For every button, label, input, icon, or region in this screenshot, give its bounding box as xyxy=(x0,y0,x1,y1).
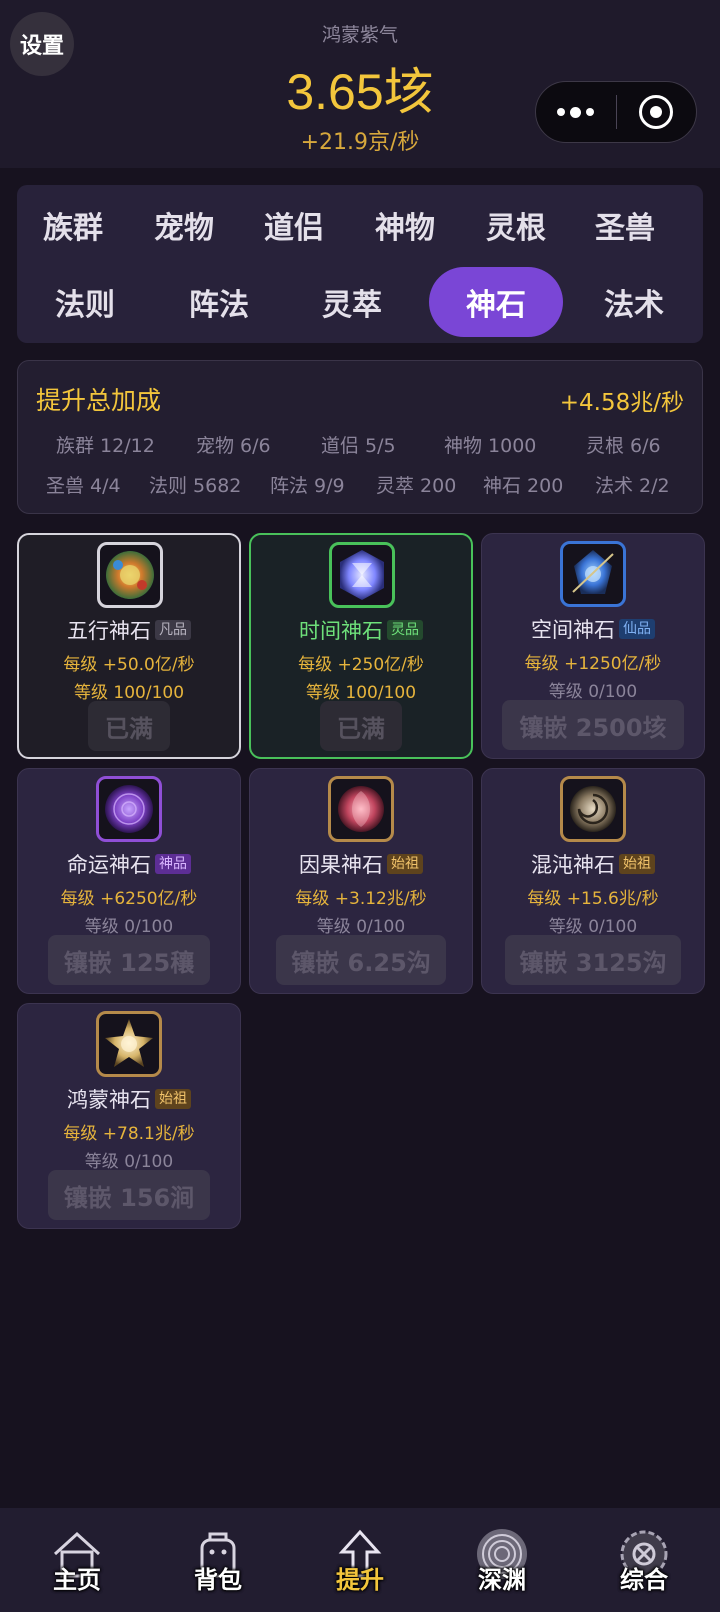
inlay-button[interactable]: 镶嵌 2500垓 xyxy=(502,700,684,750)
inlay-button[interactable]: 镶嵌 6.25沟 xyxy=(276,935,446,985)
nav-abyss[interactable]: 深渊 xyxy=(430,1508,574,1612)
more-menu-button[interactable] xyxy=(536,82,616,142)
miniapp-capsule xyxy=(535,81,697,143)
stone-level: 等级 0/100 xyxy=(84,1152,174,1172)
resource-name: 鸿蒙紫气 xyxy=(321,24,398,46)
tier-badge: 始祖 xyxy=(619,854,655,874)
tier-badge: 神品 xyxy=(155,854,191,874)
stone-level: 等级 0/100 xyxy=(316,917,406,937)
per-level-bonus: 每级 +250亿/秒 xyxy=(298,655,424,675)
tab-shenwu[interactable]: 神物 xyxy=(355,190,455,260)
stone-name: 因果神石 xyxy=(299,853,383,877)
tier-badge: 始祖 xyxy=(155,1089,191,1109)
tier-badge: 凡品 xyxy=(155,620,191,640)
bonus-item: 阵法 9/9 xyxy=(270,475,345,497)
bonus-item: 神石 200 xyxy=(483,475,564,497)
close-miniapp-button[interactable] xyxy=(617,82,697,142)
per-level-bonus: 每级 +50.0亿/秒 xyxy=(63,655,195,675)
tab-faze[interactable]: 法则 xyxy=(20,267,150,337)
more-dot-icon xyxy=(557,108,566,116)
bonus-item: 法术 2/2 xyxy=(595,475,670,497)
tab-zhenfa[interactable]: 阵法 xyxy=(154,267,284,337)
per-level-bonus: 每级 +15.6兆/秒 xyxy=(527,889,659,909)
tab-shengshou[interactable]: 圣兽 xyxy=(575,190,675,260)
bonus-total: +4.58兆/秒 xyxy=(559,390,684,416)
karma-stone-icon xyxy=(328,776,394,842)
stone-card-karma: 因果神石 始祖 每级 +3.12兆/秒 等级 0/100 镶嵌 6.25沟 xyxy=(249,768,473,994)
bonus-item: 灵萃 200 xyxy=(376,475,457,497)
stone-card-time: 时间神石 灵品 每级 +250亿/秒 等级 100/100 已满 xyxy=(249,533,473,759)
tab-chongwu[interactable]: 宠物 xyxy=(134,190,234,260)
nav-upgrade[interactable]: 提升 xyxy=(288,1508,432,1612)
bonus-item: 神物 1000 xyxy=(444,435,537,457)
category-tabs: 族群 宠物 道侣 神物 灵根 圣兽 法则 阵法 灵萃 神石 法术 xyxy=(17,185,703,343)
stone-card-hongmeng: 鸿蒙神石 始祖 每级 +78.1兆/秒 等级 0/100 镶嵌 156涧 xyxy=(17,1003,241,1229)
space-stone-icon xyxy=(560,541,626,607)
wuxing-stone-icon xyxy=(97,542,163,608)
bonus-item: 灵根 6/6 xyxy=(586,435,661,457)
inlay-button[interactable]: 镶嵌 3125沟 xyxy=(505,935,681,985)
tier-badge: 灵品 xyxy=(387,620,423,640)
inlay-button[interactable]: 镶嵌 156涧 xyxy=(48,1170,210,1220)
stone-name: 混沌神石 xyxy=(531,853,615,877)
nav-home[interactable]: 主页 xyxy=(5,1508,149,1612)
stone-level: 等级 0/100 xyxy=(548,682,638,702)
nav-label: 背包 xyxy=(194,1565,242,1594)
stone-card-space: 空间神石 仙品 每级 +1250亿/秒 等级 0/100 镶嵌 2500垓 xyxy=(481,533,705,759)
bonus-item: 道侣 5/5 xyxy=(321,435,396,457)
tab-shenshi[interactable]: 神石 xyxy=(429,267,563,337)
tab-daolv[interactable]: 道侣 xyxy=(244,190,344,260)
stone-name: 五行神石 xyxy=(67,619,151,643)
per-level-bonus: 每级 +1250亿/秒 xyxy=(524,654,662,674)
hongmeng-stone-icon xyxy=(96,1011,162,1077)
bonus-item: 宠物 6/6 xyxy=(196,435,271,457)
bonus-item: 法则 5682 xyxy=(149,475,242,497)
stone-level: 等级 100/100 xyxy=(305,683,417,703)
nav-label: 提升 xyxy=(336,1565,384,1594)
total-bonus-panel: 提升总加成 +4.58兆/秒 族群 12/12 宠物 6/6 道侣 5/5 神物… xyxy=(17,360,703,514)
per-level-bonus: 每级 +78.1兆/秒 xyxy=(63,1124,195,1144)
tier-badge: 始祖 xyxy=(387,854,423,874)
nav-backpack[interactable]: 背包 xyxy=(146,1508,290,1612)
more-dot-icon xyxy=(586,108,595,116)
per-level-bonus: 每级 +3.12兆/秒 xyxy=(295,889,427,909)
more-dot-icon xyxy=(570,106,582,118)
fate-stone-icon xyxy=(96,776,162,842)
tab-zuqun[interactable]: 族群 xyxy=(23,190,123,260)
bonus-title: 提升总加成 xyxy=(36,386,162,415)
nav-label: 主页 xyxy=(53,1565,101,1594)
nav-label: 综合 xyxy=(620,1565,668,1594)
time-stone-icon xyxy=(329,542,395,608)
stone-card-fate: 命运神石 神品 每级 +6250亿/秒 等级 0/100 镶嵌 125穰 xyxy=(17,768,241,994)
nav-general[interactable]: 综合 xyxy=(572,1508,716,1612)
stone-card-wuxing: 五行神石 凡品 每级 +50.0亿/秒 等级 100/100 已满 xyxy=(17,533,241,759)
per-level-bonus: 每级 +6250亿/秒 xyxy=(60,889,198,909)
bottom-navigation: 主页 背包 提升 深渊 综合 xyxy=(0,1508,720,1612)
top-header: 设置 鸿蒙紫气 3.65垓 +21.9京/秒 xyxy=(0,0,720,168)
stone-card-chaos: 混沌神石 始祖 每级 +15.6兆/秒 等级 0/100 镶嵌 3125沟 xyxy=(481,768,705,994)
bonus-item: 族群 12/12 xyxy=(56,435,155,457)
bonus-item: 圣兽 4/4 xyxy=(46,475,121,497)
stone-name: 鸿蒙神石 xyxy=(67,1088,151,1112)
stone-level: 等级 100/100 xyxy=(73,683,185,703)
inlay-button[interactable]: 镶嵌 125穰 xyxy=(48,935,210,985)
maxed-button: 已满 xyxy=(88,701,170,751)
stone-name: 空间神石 xyxy=(531,618,615,642)
tab-lingcui[interactable]: 灵萃 xyxy=(287,267,417,337)
maxed-button: 已满 xyxy=(320,701,402,751)
stone-level: 等级 0/100 xyxy=(548,917,638,937)
target-circle-icon xyxy=(639,95,674,129)
stone-name: 时间神石 xyxy=(299,619,383,643)
stone-level: 等级 0/100 xyxy=(84,917,174,937)
tab-linggen[interactable]: 灵根 xyxy=(466,190,566,260)
tier-badge: 仙品 xyxy=(619,619,655,639)
nav-label: 深渊 xyxy=(478,1565,526,1594)
tab-fashu[interactable]: 法术 xyxy=(569,267,699,337)
chaos-stone-icon xyxy=(560,776,626,842)
stone-name: 命运神石 xyxy=(67,853,151,877)
